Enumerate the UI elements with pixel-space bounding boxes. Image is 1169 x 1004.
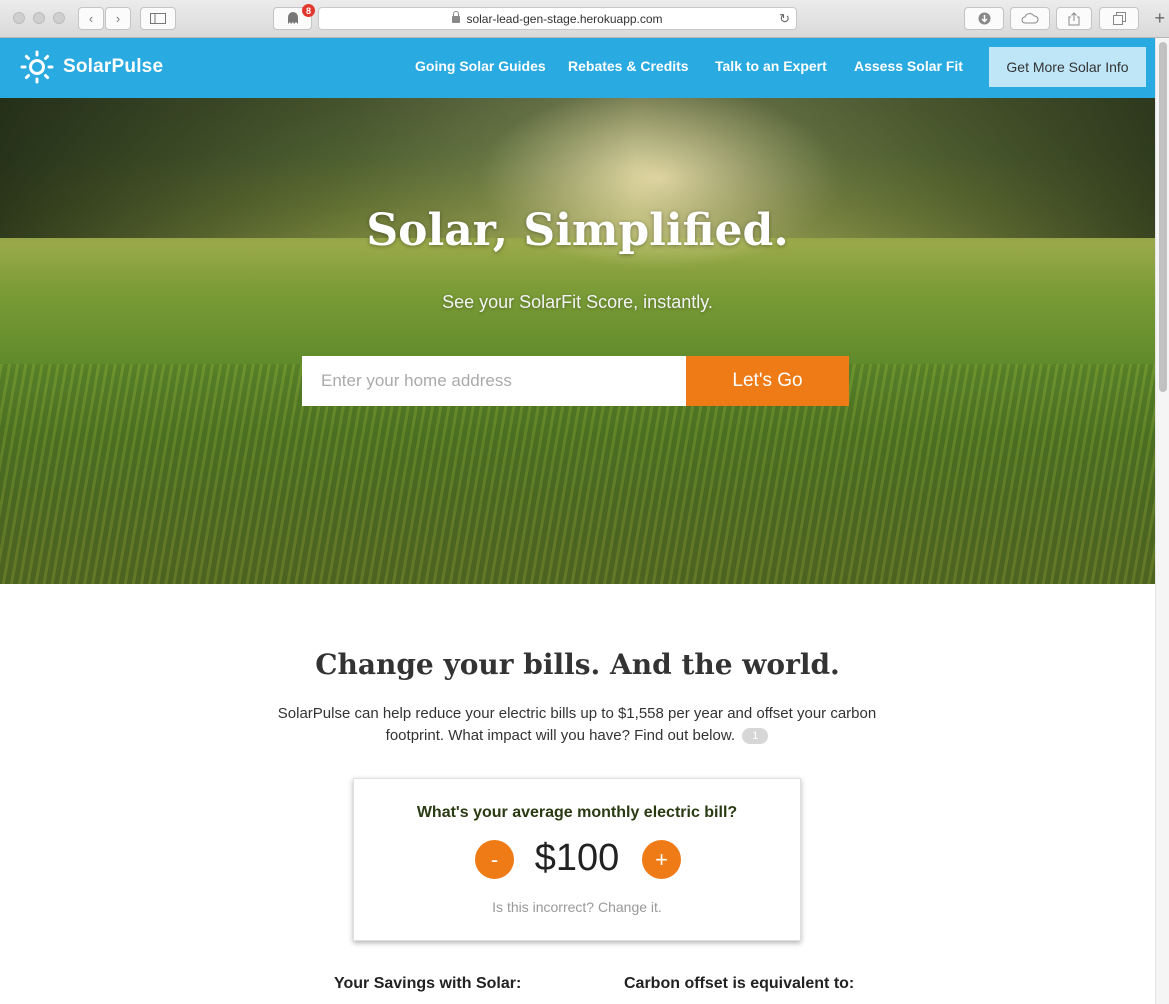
impact-description-text: SolarPulse can help reduce your electric… xyxy=(277,705,877,744)
home-address-input[interactable] xyxy=(302,356,686,406)
hero-subtitle: See your SolarFit Score, instantly. xyxy=(442,292,713,312)
downloads-button[interactable] xyxy=(964,7,1004,30)
carbon-offset-label: Carbon offset is equivalent to: xyxy=(624,975,855,992)
zoom-window-icon[interactable] xyxy=(53,12,65,24)
close-window-icon[interactable] xyxy=(13,12,25,24)
hero-banner: Solar, Simplified. See your SolarFit Sco… xyxy=(0,98,1155,584)
url-text: solar-lead-gen-stage.herokuapp.com xyxy=(466,11,663,26)
share-icon xyxy=(1068,11,1080,25)
browser-toolbar: ‹ › 8 solar-lead-gen-stage.herokuapp.com… xyxy=(0,0,1169,38)
get-more-info-button[interactable]: Get More Solar Info xyxy=(989,47,1146,87)
hero-title: Solar, Simplified. xyxy=(366,205,789,256)
bill-amount: $100 xyxy=(534,837,620,879)
tab-overview-button[interactable] xyxy=(1099,7,1139,30)
back-button[interactable]: ‹ xyxy=(78,7,104,30)
change-bill-link[interactable]: Is this incorrect? Change it. xyxy=(354,899,800,915)
forward-button[interactable]: › xyxy=(105,7,131,30)
cloud-icon xyxy=(1021,13,1039,24)
new-tab-icon[interactable]: + xyxy=(1154,8,1165,29)
impact-title: Change your bills. And the world. xyxy=(315,648,840,681)
savings-label: Your Savings with Solar: xyxy=(334,975,522,992)
reload-icon[interactable]: ↻ xyxy=(779,11,790,27)
impact-description: SolarPulse can help reduce your electric… xyxy=(262,703,892,747)
scrollbar-thumb[interactable] xyxy=(1159,42,1167,392)
nav-going-solar-guides[interactable]: Going Solar Guides xyxy=(415,58,546,74)
lock-icon xyxy=(452,11,461,23)
address-bar[interactable]: solar-lead-gen-stage.herokuapp.com ↻ xyxy=(318,7,797,30)
bill-question: What's your average monthly electric bil… xyxy=(416,804,738,821)
increase-bill-button[interactable]: + xyxy=(642,840,681,879)
brand-logo[interactable]: SolarPulse xyxy=(20,50,163,84)
minimize-window-icon[interactable] xyxy=(33,12,45,24)
page-scrollbar[interactable] xyxy=(1155,38,1169,1004)
chevron-left-icon: ‹ xyxy=(88,11,94,26)
sun-icon xyxy=(20,50,54,84)
sidebar-icon xyxy=(150,13,166,24)
tabs-icon xyxy=(1112,12,1126,25)
download-icon xyxy=(978,12,990,25)
nav-rebates-credits[interactable]: Rebates & Credits xyxy=(568,58,689,74)
icloud-tabs-button[interactable] xyxy=(1010,7,1050,30)
chevron-right-icon: › xyxy=(115,11,121,26)
brand-name: SolarPulse xyxy=(63,56,164,77)
share-button[interactable] xyxy=(1056,7,1092,30)
nav-talk-to-expert[interactable]: Talk to an Expert xyxy=(715,58,827,74)
sidebar-toggle-button[interactable] xyxy=(140,7,176,30)
site-navbar: SolarPulse Going Solar Guides Rebates & … xyxy=(0,38,1155,98)
nav-assess-solar-fit[interactable]: Assess Solar Fit xyxy=(854,58,963,74)
ghostery-icon xyxy=(287,12,298,24)
lets-go-button[interactable]: Let's Go xyxy=(686,356,849,406)
extension-badge: 8 xyxy=(302,4,315,17)
footnote-badge[interactable]: 1 xyxy=(742,728,769,745)
monthly-bill-card: What's your average monthly electric bil… xyxy=(353,778,801,941)
